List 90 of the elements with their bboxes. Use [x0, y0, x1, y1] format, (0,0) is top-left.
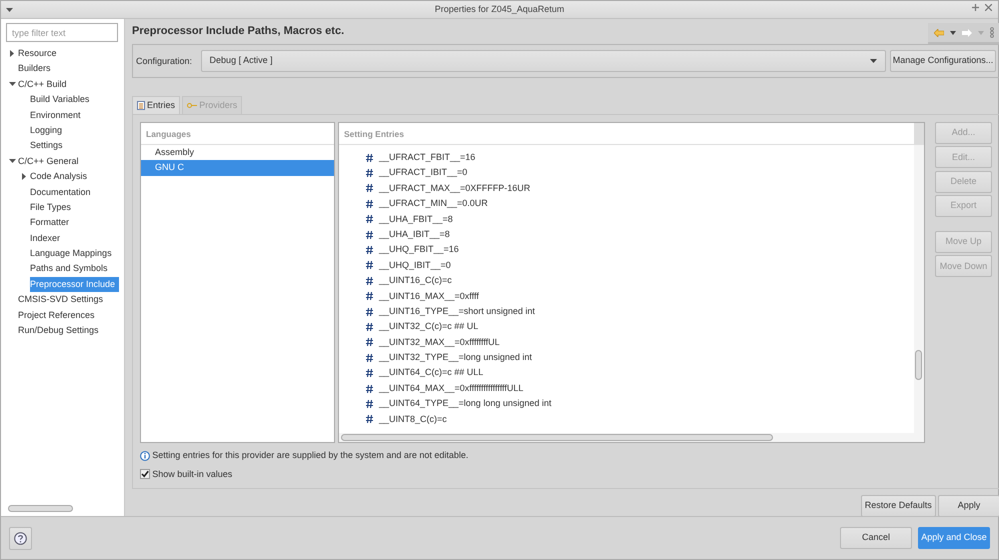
- scrollbar-corner: [914, 123, 924, 145]
- info-message: Setting entries for this provider are supplied by the system and are not editable.: [152, 449, 468, 462]
- entry-text: __UINT32_C(c)=c ## UL: [379, 320, 478, 334]
- hash-icon: [366, 292, 373, 300]
- entry-text: __UINT16_C(c)=c: [379, 274, 452, 288]
- entry-text: __UFRACT_MAX__=0XFFFFP-16UR: [379, 182, 530, 195]
- collapse-arrow-icon[interactable]: [8, 82, 16, 86]
- manage-configurations-button[interactable]: Manage Configurations...: [890, 50, 996, 72]
- hash-icon: [366, 230, 373, 239]
- entry-text: __UHQ_IBIT__=0: [379, 258, 451, 272]
- tree-item[interactable]: Settings: [30, 138, 67, 154]
- info-icon: [140, 450, 150, 461]
- filter-field[interactable]: type filter text: [6, 23, 118, 42]
- more-options-icon[interactable]: [990, 27, 994, 38]
- list-icon: [137, 101, 145, 110]
- entry-text: __UINT32_TYPE__=long unsigned int: [379, 351, 532, 364]
- entry-text: __UFRACT_FBIT__=16: [379, 151, 476, 164]
- hash-icon: [366, 369, 373, 378]
- close-icon[interactable]: [985, 4, 992, 11]
- entry-text: __UHA_FBIT__=8: [379, 212, 453, 226]
- column-header: Setting Entries: [339, 123, 914, 145]
- tree-item[interactable]: C/C++ General: [18, 154, 83, 170]
- back-arrow-icon[interactable]: [934, 28, 944, 36]
- checkbox-label: Show built-in values: [152, 468, 232, 480]
- entry-text: __UINT64_TYPE__=long long unsigned int: [379, 397, 552, 410]
- tree-item[interactable]: Language Mappings: [30, 246, 116, 262]
- hash-icon: [366, 354, 373, 362]
- key-icon: [187, 103, 198, 108]
- scrollbar-thumb[interactable]: [8, 505, 73, 512]
- dialog-button[interactable]: Cancel: [840, 527, 912, 549]
- menu-icon[interactable]: [6, 8, 13, 12]
- page-title: Preprocessor Include Paths, Macros etc.: [132, 24, 344, 39]
- hash-icon: [366, 246, 373, 254]
- hash-icon: [366, 169, 373, 178]
- hash-icon: [366, 384, 373, 393]
- tree-item[interactable]: Formatter: [30, 215, 74, 231]
- help-icon: [14, 532, 27, 544]
- entry-text: __UINT32_MAX__=0xffffffffUL: [379, 336, 500, 349]
- hash-icon: [366, 261, 373, 270]
- tab[interactable]: Entries: [132, 96, 180, 114]
- maximize-icon[interactable]: [972, 4, 979, 11]
- tree-item[interactable]: Code Analysis: [30, 169, 92, 185]
- tree-item[interactable]: Builders: [18, 61, 55, 77]
- language-item[interactable]: Assembly: [141, 145, 334, 160]
- configuration-label: Configuration:: [136, 55, 192, 68]
- entry-text: __UINT8_C(c)=c: [379, 412, 447, 426]
- checkbox[interactable]: [140, 469, 150, 480]
- hash-icon: [366, 338, 373, 346]
- tree-item[interactable]: CMSIS-SVD Settings: [18, 292, 108, 308]
- apply-button[interactable]: Apply: [938, 495, 999, 517]
- column-header: Languages: [141, 123, 334, 145]
- hash-icon: [366, 200, 373, 208]
- hash-icon: [366, 215, 373, 224]
- scrollbar-thumb[interactable]: [341, 434, 773, 441]
- entry-text: __UFRACT_MIN__=0.0UR: [379, 197, 488, 210]
- hash-icon: [366, 400, 373, 408]
- tree-item[interactable]: Logging: [30, 122, 66, 138]
- entry-text: __UHQ_FBIT__=16: [379, 243, 459, 256]
- tree-item[interactable]: Environment: [30, 108, 85, 123]
- hash-icon: [366, 308, 373, 316]
- window-title: Properties for Z045_AquaRetum: [434, 2, 564, 16]
- hash-icon: [366, 154, 373, 162]
- help-button[interactable]: [9, 526, 32, 550]
- scrollbar-thumb[interactable]: [915, 350, 922, 380]
- hash-icon: [366, 184, 373, 192]
- expand-arrow-icon[interactable]: [22, 173, 26, 180]
- configuration-dropdown[interactable]: Debug [ Active ]: [200, 50, 886, 72]
- entry-text: __UINT64_MAX__=0xffffffffffffffffULL: [379, 382, 524, 395]
- entry-text: __UINT64_C(c)=c ## ULL: [379, 366, 484, 380]
- hash-icon: [366, 415, 373, 424]
- dropdown-caret-icon[interactable]: [950, 30, 956, 34]
- tree-item[interactable]: Paths and Symbols: [30, 261, 112, 277]
- tree-item[interactable]: Resource: [18, 46, 61, 62]
- entry-text: __UINT16_MAX__=0xffff: [379, 290, 479, 303]
- entry-text: __UFRACT_IBIT__=0: [379, 166, 468, 180]
- tree-item[interactable]: Documentation: [30, 184, 95, 200]
- hash-icon: [366, 322, 373, 331]
- entry-text: __UINT16_TYPE__=short unsigned int: [379, 304, 535, 318]
- tree-item[interactable]: Build Variables: [30, 92, 94, 108]
- tree-item[interactable]: Project References: [18, 308, 99, 324]
- tree-item[interactable]: Indexer: [30, 230, 64, 246]
- restore-defaults-button[interactable]: Restore Defaults: [860, 495, 936, 517]
- tree-item[interactable]: Run/Debug Settings: [18, 323, 103, 338]
- collapse-arrow-icon[interactable]: [8, 159, 16, 164]
- caret-icon: [870, 59, 876, 63]
- expand-arrow-icon[interactable]: [10, 50, 14, 58]
- hash-icon: [366, 276, 373, 285]
- tree-item[interactable]: File Types: [30, 200, 75, 216]
- tree-item[interactable]: C/C++ Build: [18, 76, 71, 92]
- entry-text: __UHA_IBIT__=8: [379, 228, 450, 241]
